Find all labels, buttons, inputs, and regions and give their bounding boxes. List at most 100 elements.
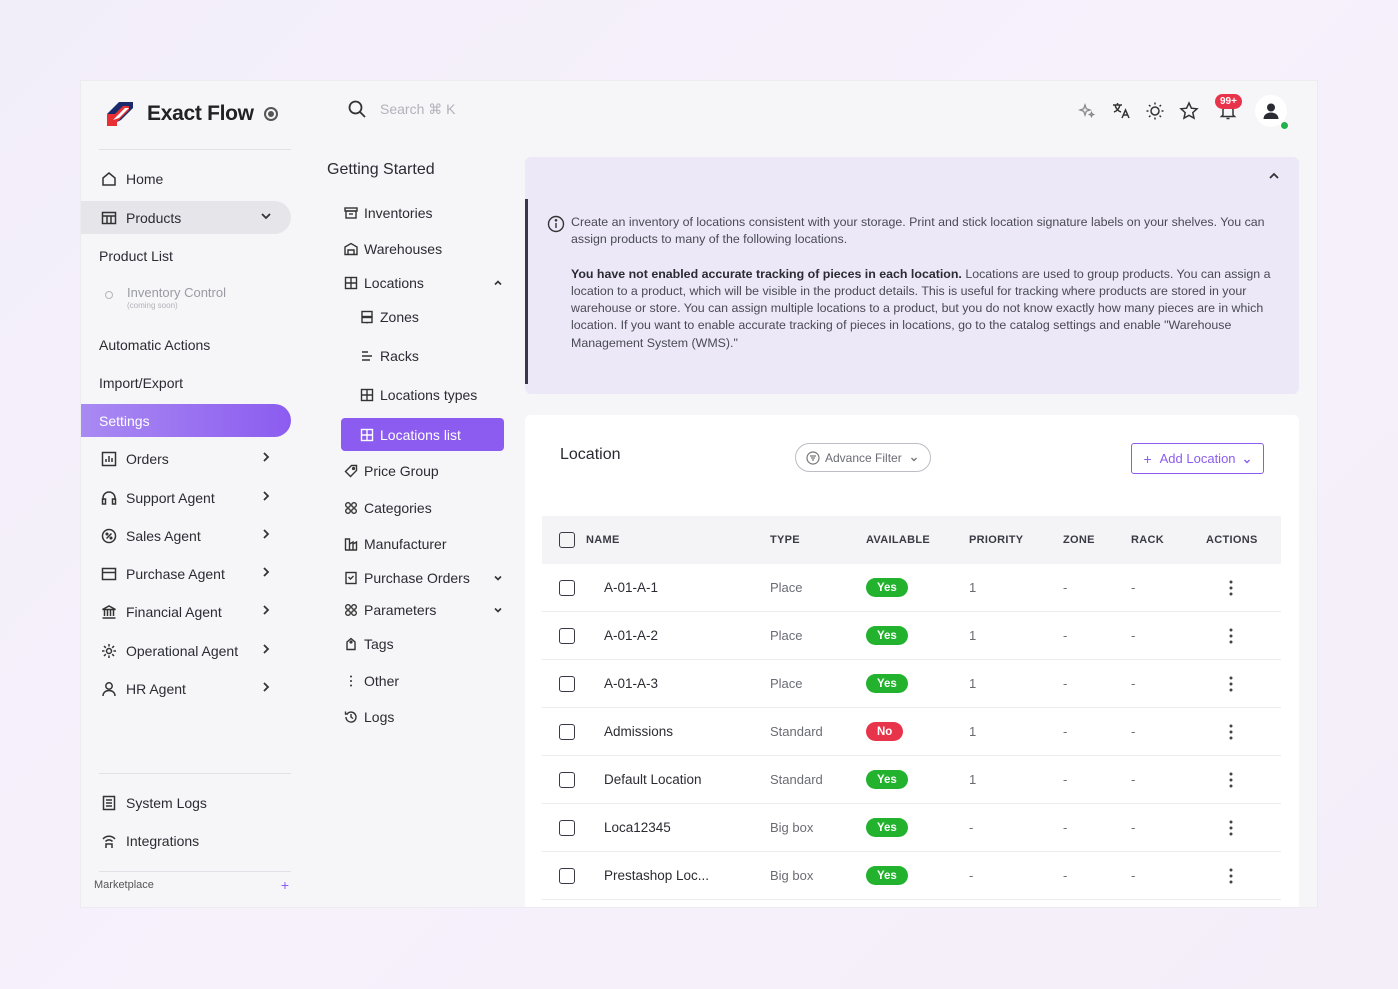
submenu-item-label: Categories [364,499,432,516]
submenu-item-manufacturer[interactable]: Manufacturer [344,527,508,560]
star-icon[interactable] [1178,100,1200,122]
cell-name[interactable]: A-01-A-3 [604,676,658,691]
archive-icon [344,206,358,220]
sidebar-item-inventory-control: Inventory Control (coming soon) [105,285,226,310]
brand-logo[interactable]: Exact Flow [105,99,278,129]
cell-name[interactable]: Prestashop Loc... [604,868,709,883]
order-icon [344,571,358,585]
chevron-right-icon [259,603,273,617]
exact-flow-logo-icon [105,100,135,128]
sidebar: Exact Flow Home Products Product List In… [81,81,293,907]
sidebar-item-label: System Logs [126,794,207,811]
submenu-item-categories[interactable]: Categories [344,491,508,524]
column-header-rack[interactable]: RACK [1131,534,1164,546]
cell-name[interactable]: Loca12345 [604,820,671,835]
column-header-type[interactable]: TYPE [770,534,800,546]
sidebar-item-label: Support Agent [126,489,215,506]
cell-name[interactable]: A-01-A-1 [604,580,658,595]
info-icon [547,215,565,233]
chevron-right-icon [259,489,273,503]
sidebar-item-sales-agent[interactable]: Sales Agent [81,519,291,552]
submenu-item-logs[interactable]: Logs [344,700,508,733]
sidebar-item-support-agent[interactable]: Support Agent [81,481,291,514]
sidebar-item-home[interactable]: Home [81,162,291,195]
more-vertical-icon[interactable] [1229,724,1233,740]
sidebar-item-product-list[interactable]: Product List [81,239,291,272]
cell-name[interactable]: A-01-A-2 [604,628,658,643]
submenu-item-label: Tags [364,635,394,652]
row-checkbox[interactable] [559,676,575,692]
more-vertical-icon[interactable] [1229,580,1233,596]
broadcast-icon [100,832,118,850]
submenu-item-price-group[interactable]: Price Group [344,454,508,487]
notifications-button[interactable]: 99+ [1215,94,1242,122]
column-header-available[interactable]: AVAILABLE [866,534,930,546]
row-checkbox[interactable] [559,820,575,836]
sidebar-item-financial-agent[interactable]: Financial Agent [81,595,291,628]
more-vertical-icon[interactable] [1229,868,1233,884]
table-row[interactable]: A-01-A-1 Place Yes 1 - - [542,564,1281,612]
bank-icon [100,603,118,621]
table-row[interactable]: Admissions Standard No 1 - - [542,708,1281,756]
submenu-item-inventories[interactable]: Inventories [344,196,508,229]
submenu-item-locations-types[interactable]: Locations types [360,378,524,411]
table-row[interactable]: A-01-A-2 Place Yes 1 - - [542,612,1281,660]
sidebar-item-products[interactable]: Products [81,201,291,234]
sparkle-icon[interactable] [1076,100,1098,122]
search-input[interactable]: Search ⌘ K [347,99,455,119]
gear-icon [100,642,118,660]
avatar[interactable] [1255,95,1289,130]
sidebar-item-hr-agent[interactable]: HR Agent [81,672,291,705]
submenu-item-locations[interactable]: Locations [344,266,508,299]
sidebar-item-purchase-agent[interactable]: Purchase Agent [81,557,291,590]
select-all-checkbox[interactable] [559,532,575,548]
chevron-up-icon[interactable] [1267,169,1281,183]
sidebar-item-operational-agent[interactable]: Operational Agent [81,634,291,667]
row-checkbox[interactable] [559,772,575,788]
row-checkbox[interactable] [559,580,575,596]
headset-icon [100,489,118,507]
row-checkbox[interactable] [559,628,575,644]
sidebar-item-automatic-actions[interactable]: Automatic Actions [81,328,291,361]
submenu-item-other[interactable]: Other [344,664,508,697]
advance-filter-button[interactable]: Advance Filter [795,443,931,472]
submenu-item-warehouses[interactable]: Warehouses [344,232,508,265]
add-location-button[interactable]: + Add Location [1131,443,1264,474]
sidebar-item-system-logs[interactable]: System Logs [81,786,291,819]
row-checkbox[interactable] [559,724,575,740]
row-checkbox[interactable] [559,868,575,884]
submenu-item-purchase-orders[interactable]: Purchase Orders [344,561,508,594]
more-vertical-icon[interactable] [1229,772,1233,788]
sidebar-item-label: Financial Agent [126,603,222,620]
column-header-priority[interactable]: PRIORITY [969,534,1023,546]
sidebar-item-integrations[interactable]: Integrations [81,824,291,857]
more-vertical-icon[interactable] [1229,628,1233,644]
submenu-item-racks[interactable]: Racks [360,339,524,372]
plus-icon[interactable]: + [281,877,289,893]
table-row[interactable]: A-01-A-3 Place Yes 1 - - [542,660,1281,708]
more-vertical-icon[interactable] [1229,820,1233,836]
cell-priority: - [969,868,974,883]
submenu-item-label: Manufacturer [364,535,447,552]
submenu-item-parameters[interactable]: Parameters [344,593,508,626]
table-row[interactable]: Loca12345 Big box Yes - - - [542,804,1281,852]
sidebar-marketplace[interactable]: Marketplace + [94,877,289,893]
submenu-title: Getting Started [327,161,435,178]
submenu-item-label: Other [364,672,400,689]
column-header-zone[interactable]: ZONE [1063,534,1095,546]
more-vertical-icon[interactable] [1229,676,1233,692]
table-row[interactable]: Prestashop Loc... Big box Yes - - - [542,852,1281,900]
submenu-item-tags[interactable]: Tags [344,627,508,660]
sun-icon[interactable] [1144,100,1166,122]
table-row[interactable]: Default Location Standard Yes 1 - - [542,756,1281,804]
submenu-item-zones[interactable]: Zones [360,300,524,333]
sidebar-item-orders[interactable]: Orders [81,442,291,475]
translate-icon[interactable] [1110,100,1132,122]
column-header-name[interactable]: NAME [586,534,620,546]
cell-name[interactable]: Default Location [604,772,702,787]
submenu-item-locations-list[interactable]: Locations list [341,418,504,451]
sidebar-item-import-export[interactable]: Import/Export [81,366,291,399]
cell-name[interactable]: Admissions [604,724,673,739]
sidebar-item-settings[interactable]: Settings [81,404,291,437]
cell-zone: - [1063,724,1068,739]
